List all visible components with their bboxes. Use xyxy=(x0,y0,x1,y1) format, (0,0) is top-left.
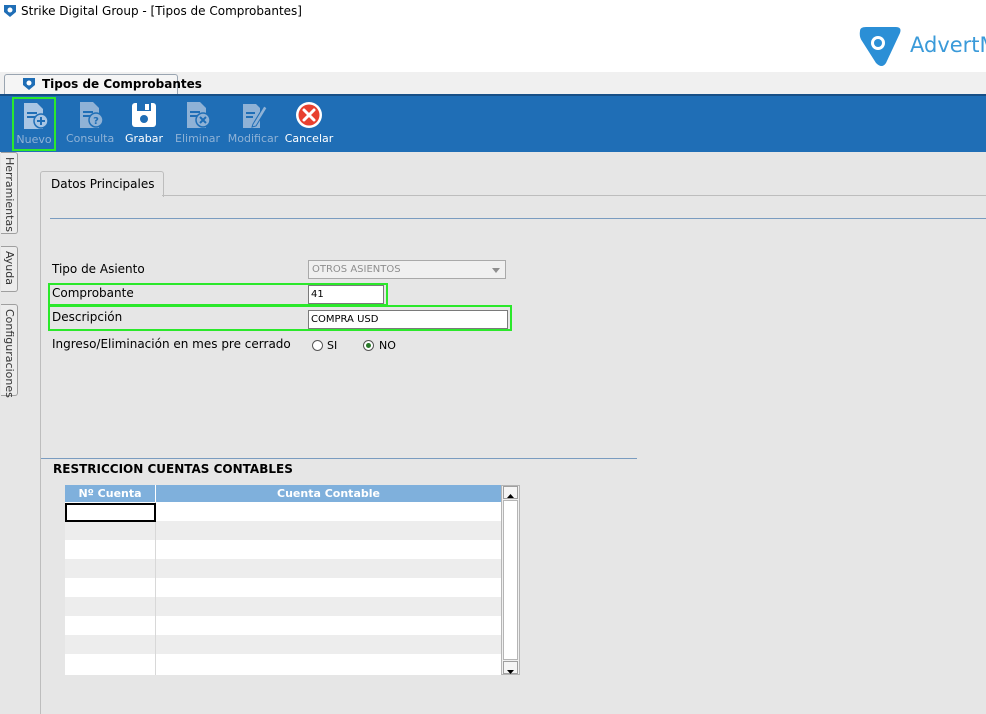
radio-si-label: SI xyxy=(327,339,338,352)
side-tab-label: Ayuda xyxy=(3,251,16,285)
new-document-icon xyxy=(24,103,49,129)
cuentas-grid[interactable]: Nº Cuenta Cuenta Contable xyxy=(65,485,501,675)
column-header-cuenta-contable[interactable]: Cuenta Contable xyxy=(156,485,501,502)
save-button[interactable]: Grabar xyxy=(122,98,166,150)
table-row[interactable] xyxy=(65,654,501,675)
delete-button-label: Eliminar xyxy=(175,132,221,145)
brand-logo: AdvertM xyxy=(856,25,986,69)
brand-name: AdvertM xyxy=(910,33,986,57)
chevron-down-icon xyxy=(492,268,500,273)
query-document-icon: ? xyxy=(80,102,104,128)
cancel-button[interactable]: Cancelar xyxy=(284,98,334,150)
svg-text:?: ? xyxy=(93,116,99,127)
query-button-label: Consulta xyxy=(66,132,115,145)
modify-button[interactable]: Modificar xyxy=(227,98,279,150)
tab-datos-principales-label: Datos Principales xyxy=(51,177,155,191)
side-tab-herramientas[interactable]: Herramientas xyxy=(1,152,18,234)
table-row[interactable] xyxy=(65,597,501,616)
column-header-nro-cuenta[interactable]: Nº Cuenta xyxy=(65,485,156,502)
column-divider xyxy=(155,502,156,675)
cancel-button-label: Cancelar xyxy=(284,132,334,145)
brand-mark-icon xyxy=(859,27,901,66)
table-row[interactable] xyxy=(65,635,501,654)
save-disk-icon xyxy=(132,103,156,127)
app-logo-icon xyxy=(23,78,35,90)
document-tab-label: Tipos de Comprobantes xyxy=(42,77,202,91)
app-logo-icon xyxy=(4,5,16,17)
scroll-down-button[interactable] xyxy=(503,661,518,674)
tipo-asiento-label: Tipo de Asiento xyxy=(52,262,145,276)
radio-no[interactable] xyxy=(363,340,374,351)
tipo-asiento-value: OTROS ASIENTOS xyxy=(312,264,401,275)
cancel-x-icon xyxy=(296,102,322,128)
focused-cell[interactable] xyxy=(65,503,156,522)
delete-document-icon xyxy=(187,102,211,128)
side-tab-ayuda[interactable]: Ayuda xyxy=(1,246,18,292)
radio-no-label: NO xyxy=(379,339,396,352)
scroll-track[interactable] xyxy=(503,500,518,660)
descripcion-input[interactable]: COMPRA USD xyxy=(308,310,508,329)
edit-pencil-icon xyxy=(243,104,268,128)
section-divider xyxy=(50,218,986,219)
descripcion-label: Descripción xyxy=(52,310,123,324)
side-tab-label: Herramientas xyxy=(3,157,16,232)
section-divider xyxy=(41,458,637,459)
table-row[interactable] xyxy=(65,559,501,578)
table-row[interactable] xyxy=(65,616,501,635)
restriccion-section-title: RESTRICCION CUENTAS CONTABLES xyxy=(53,462,293,476)
query-button[interactable]: ? Consulta xyxy=(66,98,114,150)
table-row[interactable] xyxy=(65,521,501,540)
grid-scrollbar[interactable] xyxy=(501,485,520,675)
arrow-down-icon xyxy=(507,670,514,674)
side-tab-label: Configuraciones xyxy=(3,309,16,398)
grid-header: Nº Cuenta Cuenta Contable xyxy=(65,485,501,502)
side-tab-configuraciones[interactable]: Configuraciones xyxy=(1,304,18,398)
radio-si[interactable] xyxy=(312,340,323,351)
delete-button[interactable]: Eliminar xyxy=(175,98,221,150)
new-button-label: Nuevo xyxy=(16,133,52,146)
tab-baseline xyxy=(162,195,986,196)
modify-button-label: Modificar xyxy=(227,132,279,145)
new-button[interactable]: Nuevo xyxy=(12,97,56,151)
comprobante-input[interactable]: 41 xyxy=(308,285,384,304)
ingreso-label: Ingreso/Eliminación en mes pre cerrado xyxy=(52,337,291,351)
window-title: Strike Digital Group - [Tipos de Comprob… xyxy=(21,4,302,18)
table-row[interactable] xyxy=(65,578,501,597)
table-row[interactable] xyxy=(65,540,501,559)
tipo-asiento-select[interactable]: OTROS ASIENTOS xyxy=(308,260,506,279)
toolbar: Nuevo ? Consulta Grabar Eliminar Modific… xyxy=(0,94,986,152)
scroll-up-button[interactable] xyxy=(503,486,518,499)
save-button-label: Grabar xyxy=(124,132,164,145)
comprobante-label: Comprobante xyxy=(52,286,134,300)
